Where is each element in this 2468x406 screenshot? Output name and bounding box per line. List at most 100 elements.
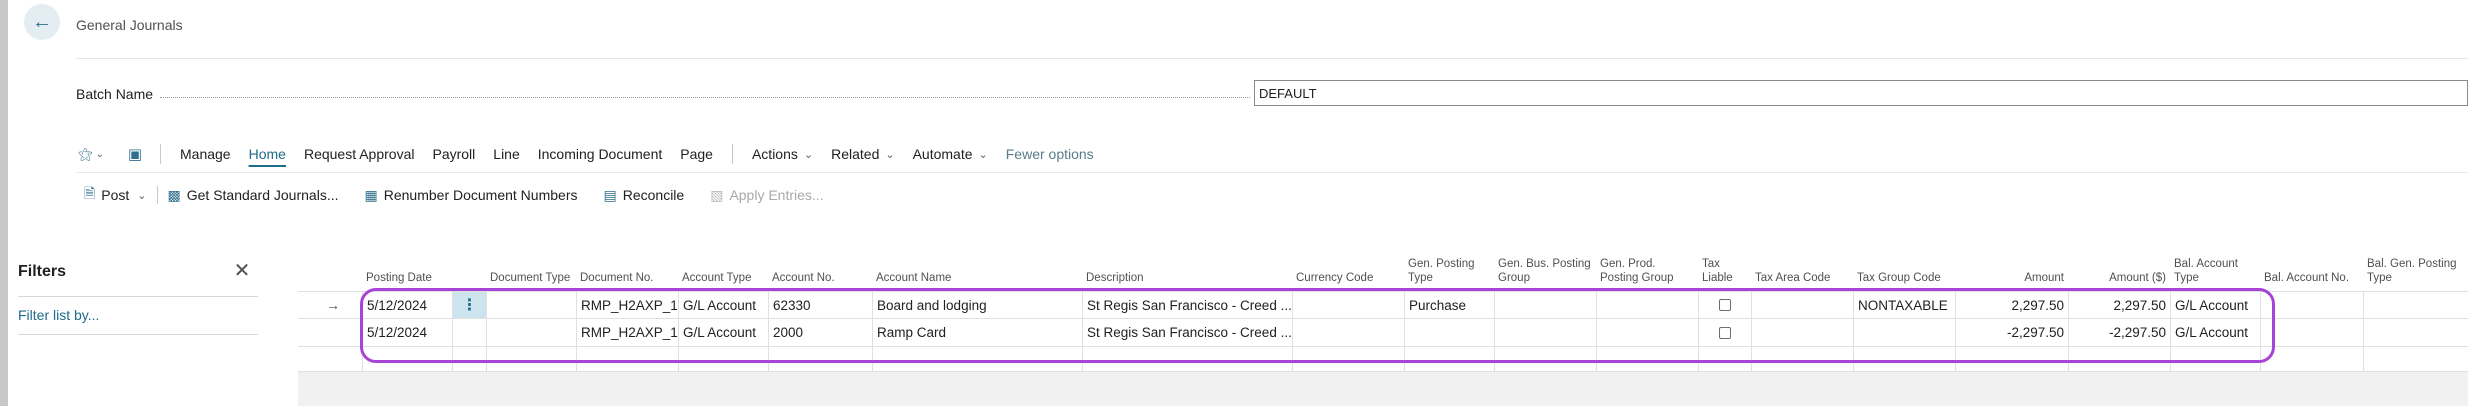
cell-tax-area-code[interactable] [1751, 292, 1853, 318]
table-row-empty[interactable] [298, 347, 2468, 372]
cell-amount[interactable]: -2,297.50 [1955, 319, 2068, 346]
cell-posting-date[interactable] [362, 347, 452, 371]
cell-account-no[interactable] [768, 347, 872, 371]
menu-tab-home[interactable]: Home [240, 140, 295, 168]
post-button[interactable]: 🗎 Post [76, 181, 137, 209]
filter-list-by-link[interactable]: Filter list by... [18, 307, 99, 323]
column-header-tax-group-code[interactable]: Tax Group Code [1857, 250, 1951, 286]
cell-document-type[interactable] [486, 347, 576, 371]
cell-posting-date[interactable]: 5/12/2024 [362, 319, 452, 346]
cell-bal-account-type[interactable]: G/L Account [2170, 292, 2260, 318]
column-header-amount-usd[interactable]: Amount ($) [2072, 250, 2166, 286]
column-header-tax-liable[interactable]: Tax Liable [1702, 250, 1747, 286]
cell-document-type[interactable] [486, 319, 576, 346]
back-button[interactable]: ← [24, 4, 60, 40]
column-header-bal-account-no[interactable]: Bal. Account No. [2264, 250, 2359, 286]
table-row[interactable]: 5/12/2024 RMP_H2AXP_1 G/L Account 2000 Ramp … [298, 319, 2468, 347]
batch-name-input[interactable] [1254, 80, 2468, 106]
cell-bal-account-no[interactable] [2260, 319, 2363, 346]
menu-tab-payroll[interactable]: Payroll [423, 140, 484, 168]
cell-tax-area-code[interactable] [1751, 319, 1853, 346]
column-header-account-no[interactable]: Account No. [772, 250, 868, 286]
column-header-currency-code[interactable]: Currency Code [1296, 250, 1400, 286]
menu-tab-page[interactable]: Page [671, 140, 722, 168]
table-row[interactable]: → ⋮ 5/12/2024 RMP_H2AXP_1 G/L Account 62330 Bo… [298, 291, 2468, 319]
cell-bal-gen-posting-type[interactable] [2363, 292, 2468, 318]
cell-tax-liable[interactable] [1698, 292, 1751, 318]
cell-document-no[interactable]: RMP_H2AXP_1 [576, 319, 678, 346]
cell-currency-code[interactable] [1292, 347, 1404, 371]
cell-amount-usd[interactable]: 2,297.50 [2068, 292, 2170, 318]
cell-amount-usd[interactable]: -2,297.50 [2068, 319, 2170, 346]
cell-document-no[interactable] [576, 347, 678, 371]
cell-gen-bus-posting-group[interactable] [1494, 292, 1596, 318]
cell-account-name[interactable]: Ramp Card [872, 319, 1082, 346]
cell-bal-gen-posting-type[interactable] [2363, 347, 2468, 371]
close-filters-icon[interactable]: ✕ [230, 258, 254, 282]
cell-gen-posting-type[interactable]: Purchase [1404, 292, 1494, 318]
cell-tax-liable[interactable] [1698, 319, 1751, 346]
cell-amount[interactable]: 2,297.50 [1955, 292, 2068, 318]
column-header-account-name[interactable]: Account Name [876, 250, 1078, 286]
open-in-new-window-icon[interactable]: ▣ [120, 140, 150, 168]
tax-liable-checkbox[interactable] [1719, 299, 1731, 311]
menu-tab-manage[interactable]: Manage [171, 140, 240, 168]
column-header-amount[interactable]: Amount [1959, 250, 2064, 286]
cell-tax-group-code[interactable] [1853, 347, 1955, 371]
cell-account-no[interactable]: 2000 [768, 319, 872, 346]
cell-account-type[interactable]: G/L Account [678, 319, 768, 346]
cell-posting-date[interactable]: 5/12/2024 [362, 292, 452, 318]
cell-currency-code[interactable] [1292, 319, 1404, 346]
row-actions-cell[interactable] [452, 347, 486, 371]
cell-account-no[interactable]: 62330 [768, 292, 872, 318]
cell-gen-bus-posting-group[interactable] [1494, 347, 1596, 371]
apply-entries-button[interactable]: ▧ Apply Entries... [702, 181, 831, 209]
cell-bal-account-no[interactable] [2260, 347, 2363, 371]
cell-gen-prod-posting-group[interactable] [1596, 347, 1698, 371]
menu-fewer-options[interactable]: Fewer options [997, 140, 1103, 168]
column-header-gen-prod-posting-group[interactable]: Gen. Prod. Posting Group [1600, 250, 1694, 286]
cell-tax-liable[interactable] [1698, 347, 1751, 371]
cell-account-type[interactable]: G/L Account [678, 292, 768, 318]
cell-bal-gen-posting-type[interactable] [2363, 319, 2468, 346]
menu-automate[interactable]: Automate ⌄ [904, 140, 997, 168]
column-header-document-type[interactable]: Document Type [490, 250, 572, 286]
cell-tax-group-code[interactable] [1853, 319, 1955, 346]
column-header-account-type[interactable]: Account Type [682, 250, 764, 286]
reconcile-button[interactable]: ▤ Reconcile [595, 181, 692, 209]
cell-description[interactable]: St Regis San Francisco - Creed ... [1082, 292, 1292, 318]
cell-gen-posting-type[interactable] [1404, 319, 1494, 346]
cell-document-no[interactable]: RMP_H2AXP_1 [576, 292, 678, 318]
cell-gen-prod-posting-group[interactable] [1596, 319, 1698, 346]
row-actions-icon[interactable]: ⋮ [452, 292, 486, 318]
personalize-icon[interactable]: ⚝ ⌄ [76, 140, 106, 168]
column-header-document-no[interactable]: Document No. [580, 250, 674, 286]
cell-account-name[interactable] [872, 347, 1082, 371]
cell-description[interactable] [1082, 347, 1292, 371]
cell-document-type[interactable] [486, 292, 576, 318]
menu-tab-request-approval[interactable]: Request Approval [295, 140, 424, 168]
cell-account-name[interactable]: Board and lodging [872, 292, 1082, 318]
renumber-document-numbers-button[interactable]: ▦ Renumber Document Numbers [357, 181, 586, 209]
column-header-gen-posting-type[interactable]: Gen. Posting Type [1408, 250, 1490, 286]
column-header-bal-gen-posting-type[interactable]: Bal. Gen. Posting Type [2367, 250, 2464, 286]
cell-gen-prod-posting-group[interactable] [1596, 292, 1698, 318]
column-header-tax-area-code[interactable]: Tax Area Code [1755, 250, 1849, 286]
menu-related[interactable]: Related ⌄ [822, 140, 903, 168]
menu-tab-line[interactable]: Line [484, 140, 528, 168]
tax-liable-checkbox[interactable] [1719, 326, 1731, 339]
get-standard-journals-button[interactable]: ▩ Get Standard Journals... [160, 181, 347, 209]
cell-account-type[interactable] [678, 347, 768, 371]
column-header-gen-bus-posting-group[interactable]: Gen. Bus. Posting Group [1498, 250, 1592, 286]
cell-bal-account-no[interactable] [2260, 292, 2363, 318]
column-header-description[interactable]: Description [1086, 250, 1288, 286]
cell-amount-usd[interactable] [2068, 347, 2170, 371]
column-header-posting-date[interactable]: Posting Date [366, 250, 448, 286]
cell-tax-group-code[interactable]: NONTAXABLE [1853, 292, 1955, 318]
column-header-bal-account-type[interactable]: Bal. Account Type [2174, 250, 2256, 286]
cell-gen-posting-type[interactable] [1404, 347, 1494, 371]
cell-bal-account-type[interactable]: G/L Account [2170, 319, 2260, 346]
cell-bal-account-type[interactable] [2170, 347, 2260, 371]
cell-currency-code[interactable] [1292, 292, 1404, 318]
menu-actions[interactable]: Actions ⌄ [743, 140, 822, 168]
